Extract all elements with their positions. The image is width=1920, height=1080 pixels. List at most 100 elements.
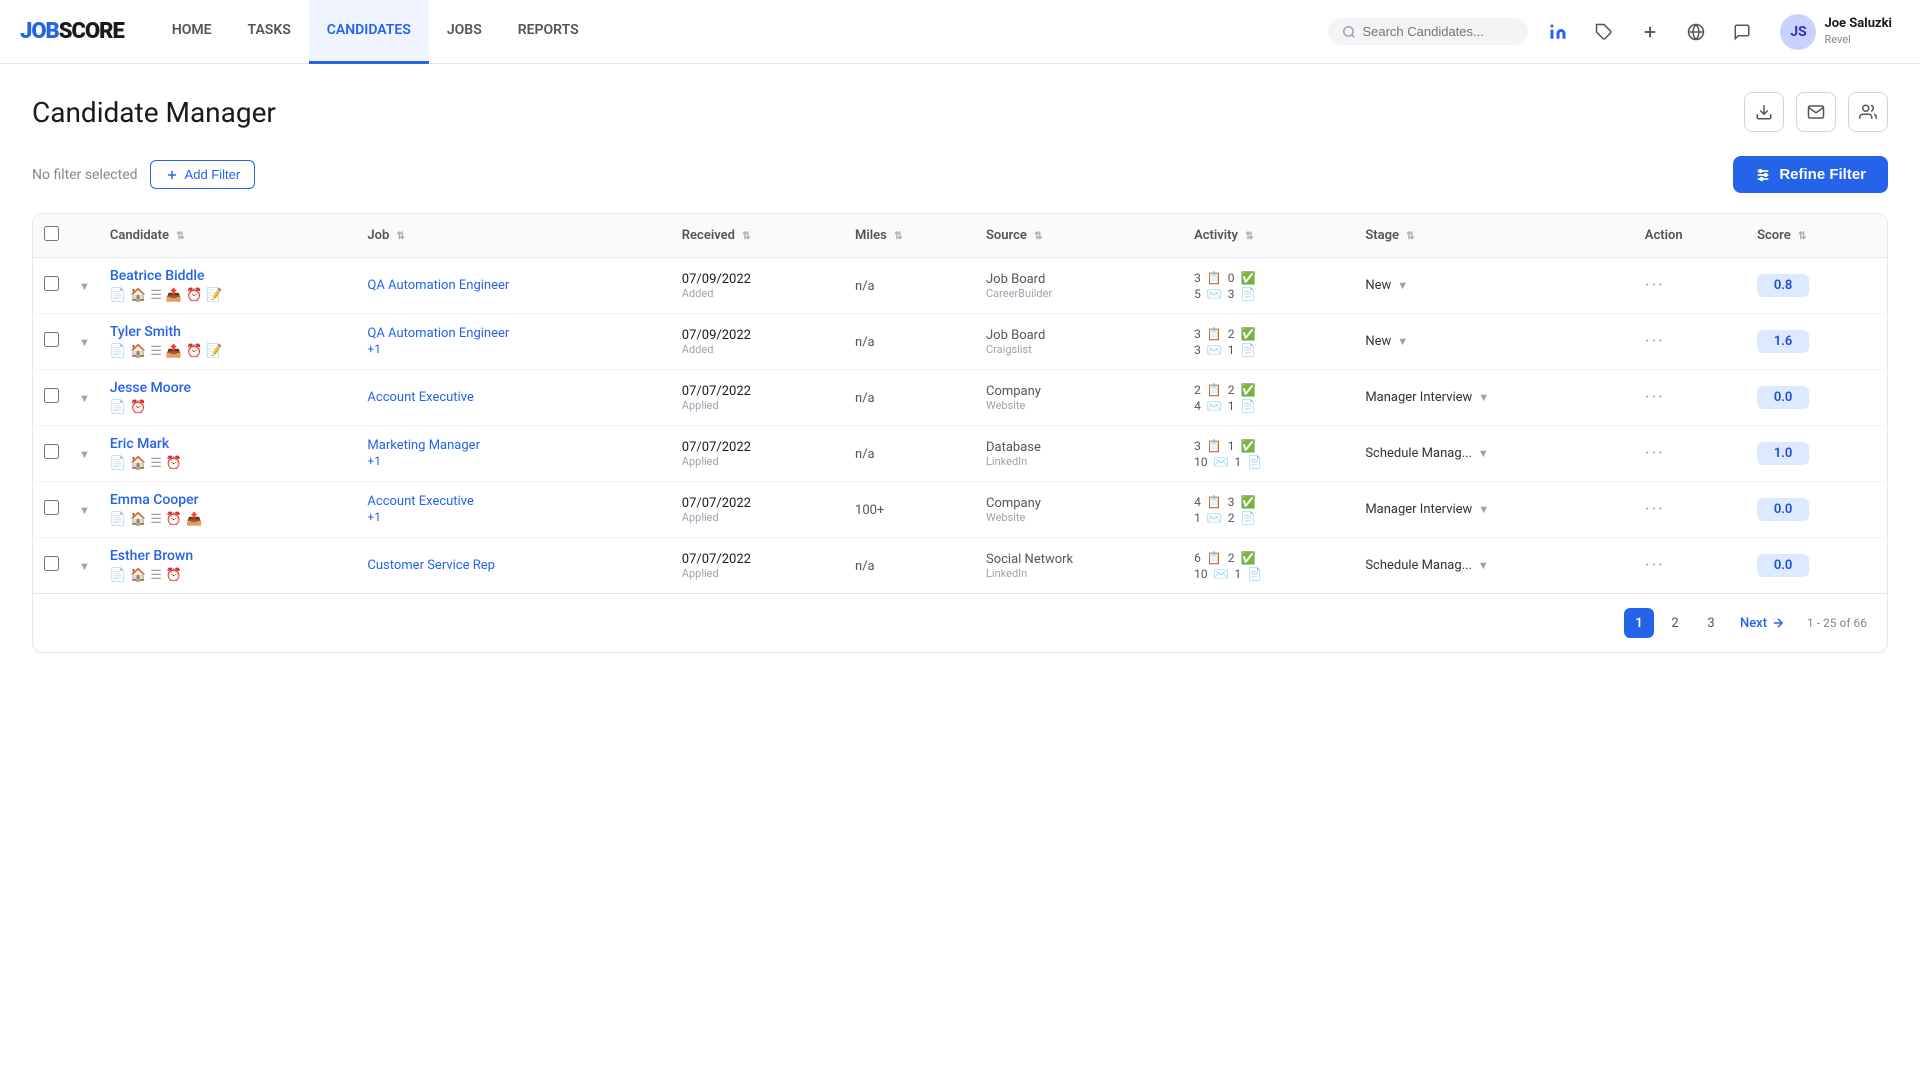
note-icon[interactable]: 📋 bbox=[1207, 551, 1222, 565]
row-expand-cell[interactable]: ▼ bbox=[69, 258, 100, 314]
share-icon[interactable]: 📤 bbox=[166, 344, 182, 359]
row-expand-cell[interactable]: ▼ bbox=[69, 426, 100, 482]
select-all-checkbox[interactable] bbox=[44, 226, 59, 241]
row-expand-cell[interactable]: ▼ bbox=[69, 370, 100, 426]
page-3-button[interactable]: 3 bbox=[1696, 608, 1726, 638]
job-extra[interactable]: +1 bbox=[367, 510, 381, 524]
note-icon[interactable]: 📋 bbox=[1207, 495, 1222, 509]
col-job[interactable]: Job ⇅ bbox=[357, 214, 671, 258]
clock-icon[interactable]: ⏰ bbox=[130, 400, 146, 415]
resume-icon[interactable]: 📄 bbox=[110, 288, 126, 303]
check-icon[interactable]: ✅ bbox=[1241, 327, 1256, 341]
nav-link-reports[interactable]: REPORTS bbox=[500, 0, 597, 64]
email-icon[interactable]: ✉️ bbox=[1214, 455, 1229, 469]
refine-filter-button[interactable]: Refine Filter bbox=[1733, 156, 1888, 193]
stage-chevron[interactable]: ▼ bbox=[1478, 447, 1489, 460]
row-checkbox-cell[interactable] bbox=[33, 258, 69, 314]
resume-icon[interactable]: 📄 bbox=[110, 456, 126, 471]
action-menu-button[interactable]: ··· bbox=[1645, 331, 1665, 352]
resume-icon[interactable]: 📄 bbox=[110, 568, 126, 583]
row-checkbox[interactable] bbox=[44, 388, 59, 403]
globe-icon[interactable] bbox=[1680, 16, 1712, 48]
clock-icon[interactable]: ⏰ bbox=[166, 456, 182, 471]
nav-link-jobs[interactable]: JOBS bbox=[429, 0, 500, 64]
add-filter-button[interactable]: Add Filter bbox=[150, 160, 256, 189]
clock-icon[interactable]: ⏰ bbox=[186, 288, 202, 303]
candidate-name-link[interactable]: Jesse Moore bbox=[110, 380, 348, 396]
nav-link-home[interactable]: HOME bbox=[154, 0, 230, 64]
stage-chevron[interactable]: ▼ bbox=[1397, 335, 1408, 348]
home-icon[interactable]: 🏠 bbox=[130, 344, 146, 359]
col-received[interactable]: Received ⇅ bbox=[672, 214, 845, 258]
check-icon[interactable]: ✅ bbox=[1241, 439, 1256, 453]
expand-button[interactable]: ▼ bbox=[79, 561, 90, 573]
stage-chevron[interactable]: ▼ bbox=[1478, 391, 1489, 404]
check-icon[interactable]: ✅ bbox=[1241, 551, 1256, 565]
clock-icon[interactable]: ⏰ bbox=[186, 344, 202, 359]
list-icon[interactable]: ☰ bbox=[150, 568, 162, 583]
job-link[interactable]: Marketing Manager bbox=[367, 438, 661, 453]
note-icon[interactable]: 📋 bbox=[1207, 327, 1222, 341]
clock-icon[interactable]: ⏰ bbox=[166, 568, 182, 583]
col-stage[interactable]: Stage ⇅ bbox=[1355, 214, 1634, 258]
share-icon[interactable]: 📤 bbox=[186, 512, 202, 527]
email-icon[interactable]: ✉️ bbox=[1207, 511, 1222, 525]
doc-icon[interactable]: 📄 bbox=[1247, 567, 1262, 581]
home-icon[interactable]: 🏠 bbox=[130, 568, 146, 583]
linkedin-icon[interactable] bbox=[1542, 16, 1574, 48]
tag-icon[interactable] bbox=[1588, 16, 1620, 48]
email-icon[interactable]: ✉️ bbox=[1207, 287, 1222, 301]
job-extra[interactable]: +1 bbox=[367, 454, 381, 468]
row-checkbox[interactable] bbox=[44, 556, 59, 571]
row-expand-cell[interactable]: ▼ bbox=[69, 538, 100, 594]
job-link[interactable]: Customer Service Rep bbox=[367, 558, 661, 573]
job-link[interactable]: QA Automation Engineer bbox=[367, 326, 661, 341]
stage-chevron[interactable]: ▼ bbox=[1478, 503, 1489, 516]
stage-chevron[interactable]: ▼ bbox=[1478, 559, 1489, 572]
col-miles[interactable]: Miles ⇅ bbox=[845, 214, 976, 258]
action-menu-button[interactable]: ··· bbox=[1645, 499, 1665, 520]
doc-icon[interactable]: 📝 bbox=[206, 288, 222, 303]
clock-icon[interactable]: ⏰ bbox=[166, 512, 182, 527]
page-1-button[interactable]: 1 bbox=[1624, 608, 1654, 638]
row-checkbox-cell[interactable] bbox=[33, 426, 69, 482]
candidate-name-link[interactable]: Beatrice Biddle bbox=[110, 268, 348, 284]
users-button[interactable] bbox=[1848, 92, 1888, 132]
candidate-name-link[interactable]: Tyler Smith bbox=[110, 324, 348, 340]
resume-icon[interactable]: 📄 bbox=[110, 400, 126, 415]
home-icon[interactable]: 🏠 bbox=[130, 288, 146, 303]
row-expand-cell[interactable]: ▼ bbox=[69, 314, 100, 370]
note-icon[interactable]: 📋 bbox=[1207, 271, 1222, 285]
col-source[interactable]: Source ⇅ bbox=[976, 214, 1184, 258]
row-checkbox-cell[interactable] bbox=[33, 370, 69, 426]
next-page-button[interactable]: Next bbox=[1732, 612, 1793, 635]
email-icon[interactable]: ✉️ bbox=[1207, 343, 1222, 357]
doc-icon[interactable]: 📄 bbox=[1241, 399, 1256, 413]
expand-button[interactable]: ▼ bbox=[79, 449, 90, 461]
nav-link-tasks[interactable]: TASKS bbox=[230, 0, 309, 64]
resume-icon[interactable]: 📄 bbox=[110, 344, 126, 359]
home-icon[interactable]: 🏠 bbox=[130, 456, 146, 471]
list-icon[interactable]: ☰ bbox=[150, 344, 162, 359]
job-link[interactable]: QA Automation Engineer bbox=[367, 278, 661, 293]
row-checkbox-cell[interactable] bbox=[33, 314, 69, 370]
search-input[interactable] bbox=[1362, 24, 1502, 39]
add-icon[interactable] bbox=[1634, 16, 1666, 48]
doc-icon[interactable]: 📝 bbox=[206, 344, 222, 359]
expand-button[interactable]: ▼ bbox=[79, 505, 90, 517]
chat-icon[interactable] bbox=[1726, 16, 1758, 48]
candidate-name-link[interactable]: Eric Mark bbox=[110, 436, 348, 452]
candidate-name-link[interactable]: Emma Cooper bbox=[110, 492, 348, 508]
col-activity[interactable]: Activity ⇅ bbox=[1184, 214, 1355, 258]
action-menu-button[interactable]: ··· bbox=[1645, 387, 1665, 408]
check-icon[interactable]: ✅ bbox=[1241, 271, 1256, 285]
candidate-name-link[interactable]: Esther Brown bbox=[110, 548, 348, 564]
row-checkbox-cell[interactable] bbox=[33, 538, 69, 594]
row-checkbox[interactable] bbox=[44, 444, 59, 459]
email-button[interactable] bbox=[1796, 92, 1836, 132]
doc-icon[interactable]: 📄 bbox=[1241, 511, 1256, 525]
select-all-header[interactable] bbox=[33, 214, 69, 258]
col-score[interactable]: Score ⇅ bbox=[1747, 214, 1887, 258]
action-menu-button[interactable]: ··· bbox=[1645, 275, 1665, 296]
stage-chevron[interactable]: ▼ bbox=[1397, 279, 1408, 292]
